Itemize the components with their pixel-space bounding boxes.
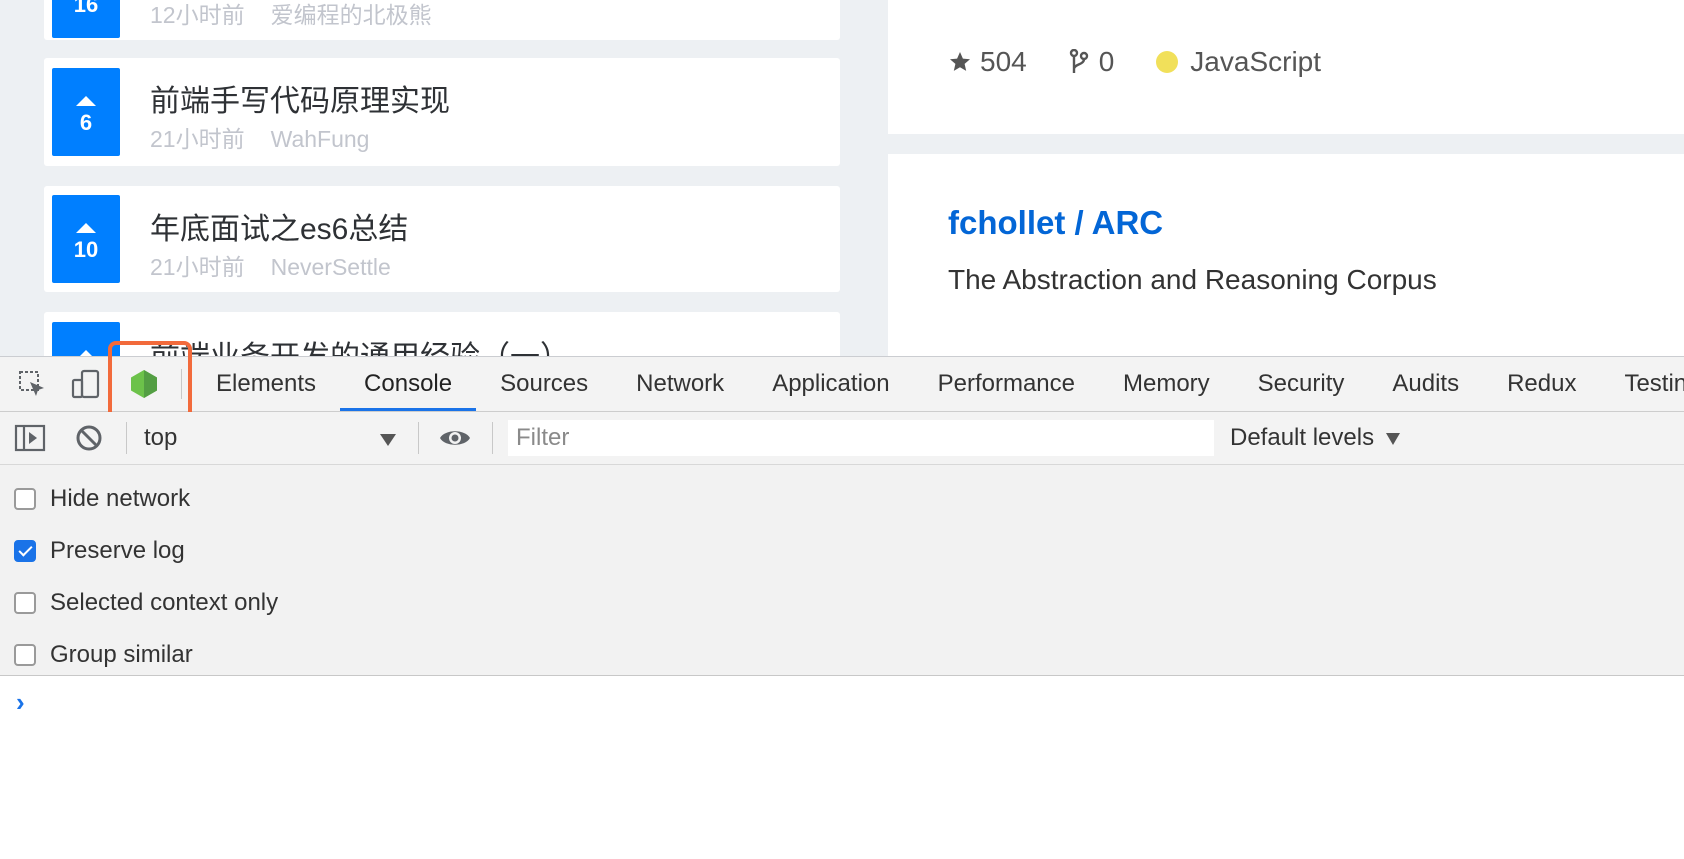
context-select[interactable]: top (144, 420, 404, 456)
list-item[interactable]: 10 年底面试之es6总结 21小时前 NeverSettle (44, 186, 840, 292)
option-label: Group similar (50, 641, 193, 668)
post-author[interactable]: WahFung (271, 126, 370, 152)
dropdown-arrow-icon (380, 434, 396, 446)
repo-title[interactable]: fchollet / ARC (948, 204, 1163, 242)
repo-name[interactable]: ARC (1092, 204, 1164, 241)
upvote-icon (76, 96, 96, 106)
devtools-tabbar: Elements Console Sources Network Applica… (0, 341, 1684, 425)
list-item[interactable]: 6 前端手写代码原理实现 21小时前 WahFung (44, 58, 840, 166)
forks-stat: 0 (1069, 46, 1115, 78)
post-title[interactable]: 前端业务开发的通用经验（一） (150, 332, 570, 356)
tab-elements[interactable]: Elements (192, 357, 340, 411)
toolbar-divider (492, 422, 493, 454)
tab-performance[interactable]: Performance (914, 357, 1099, 411)
sidebar-toggle-icon[interactable] (14, 423, 46, 453)
group-similar-checkbox[interactable] (14, 644, 36, 666)
language-stat: JavaScript (1156, 46, 1321, 78)
preserve-log-option[interactable]: Preserve log (14, 535, 185, 567)
toolbar-divider (181, 369, 182, 399)
tab-sources[interactable]: Sources (476, 357, 612, 411)
selected-context-checkbox[interactable] (14, 592, 36, 614)
selected-context-option[interactable]: Selected context only (14, 587, 278, 619)
list-item[interactable]: 16 12小时前 爱编程的北极熊 (44, 0, 840, 40)
star-count: 504 (980, 46, 1027, 77)
console-prompt[interactable]: › (16, 687, 25, 718)
group-similar-option[interactable]: Group similar (14, 639, 193, 671)
device-toolbar-icon[interactable] (70, 368, 102, 400)
tab-security[interactable]: Security (1234, 357, 1369, 411)
devtools-tabs: Elements Console Sources Network Applica… (192, 357, 1684, 411)
repo-card[interactable]: fchollet / ARC The Abstraction and Reaso… (888, 154, 1684, 356)
clear-console-icon[interactable] (74, 423, 104, 453)
tab-memory[interactable]: Memory (1099, 357, 1234, 411)
tab-network[interactable]: Network (612, 357, 748, 411)
repo-stats: 504 0 JavaScript (948, 46, 1363, 78)
eye-icon[interactable] (438, 425, 472, 451)
language-dot (1156, 51, 1179, 73)
tab-testing[interactable]: Testing (1600, 357, 1684, 411)
upvote-button[interactable]: 10 (52, 195, 120, 283)
vote-count: 16 (73, 0, 99, 17)
console-settings: Hide network Preserve log Selected conte… (0, 465, 1684, 676)
star-icon (950, 52, 970, 71)
upvote-icon (76, 223, 96, 233)
language-name: JavaScript (1190, 46, 1322, 77)
option-label: Hide network (50, 485, 191, 512)
repo-separator: / (1065, 204, 1092, 241)
vote-count: 10 (73, 237, 99, 262)
hide-network-option[interactable]: Hide network (14, 483, 190, 515)
post-author[interactable]: 爱编程的北极熊 (271, 2, 432, 28)
console-toolbar: top Default levels (0, 412, 1684, 465)
post-time: 12小时前 (150, 2, 245, 28)
repo-owner[interactable]: fchollet (948, 204, 1065, 241)
preserve-log-checkbox[interactable] (14, 540, 36, 562)
fork-count: 0 (1098, 46, 1115, 77)
tab-application[interactable]: Application (748, 357, 913, 411)
post-meta: 12小时前 爱编程的北极熊 (150, 0, 458, 30)
option-label: Preserve log (50, 537, 185, 564)
toolbar-divider (126, 422, 127, 454)
levels-label: Default levels (1230, 424, 1375, 451)
inspect-element-icon[interactable] (16, 368, 48, 400)
repo-description: The Abstraction and Reasoning Corpus (948, 264, 1437, 295)
post-time: 21小时前 (150, 254, 245, 280)
repo-card[interactable]: 504 0 JavaScript (888, 0, 1684, 134)
context-value: top (144, 424, 178, 451)
upvote-button[interactable]: 16 (52, 0, 120, 38)
tab-audits[interactable]: Audits (1368, 357, 1483, 411)
upvote-button[interactable]: 6 (52, 68, 120, 156)
post-title[interactable]: 年底面试之es6总结 (150, 204, 408, 248)
default-levels-dropdown[interactable]: Default levels (1230, 420, 1401, 456)
filter-input[interactable] (508, 420, 1214, 456)
dropdown-arrow-icon (1386, 432, 1401, 445)
hide-network-checkbox[interactable] (14, 488, 36, 510)
tab-redux[interactable]: Redux (1483, 357, 1600, 411)
post-meta: 21小时前 WahFung (150, 120, 395, 154)
stars-stat: 504 (948, 46, 1027, 78)
tab-console[interactable]: Console (340, 357, 477, 411)
toolbar-divider (418, 422, 419, 454)
post-meta: 21小时前 NeverSettle (150, 248, 417, 282)
fork-icon (1069, 49, 1088, 73)
option-label: Selected context only (50, 589, 279, 616)
post-author[interactable]: NeverSettle (271, 254, 391, 280)
web-page: 16 12小时前 爱编程的北极熊 6 前端手写代码原理实现 21小时前 WahFun… (0, 0, 1684, 356)
post-time: 21小时前 (150, 126, 245, 152)
vote-count: 6 (79, 110, 93, 135)
devtools-panel: Elements Console Sources Network Applica… (0, 341, 1684, 859)
post-title[interactable]: 前端手写代码原理实现 (150, 76, 450, 120)
